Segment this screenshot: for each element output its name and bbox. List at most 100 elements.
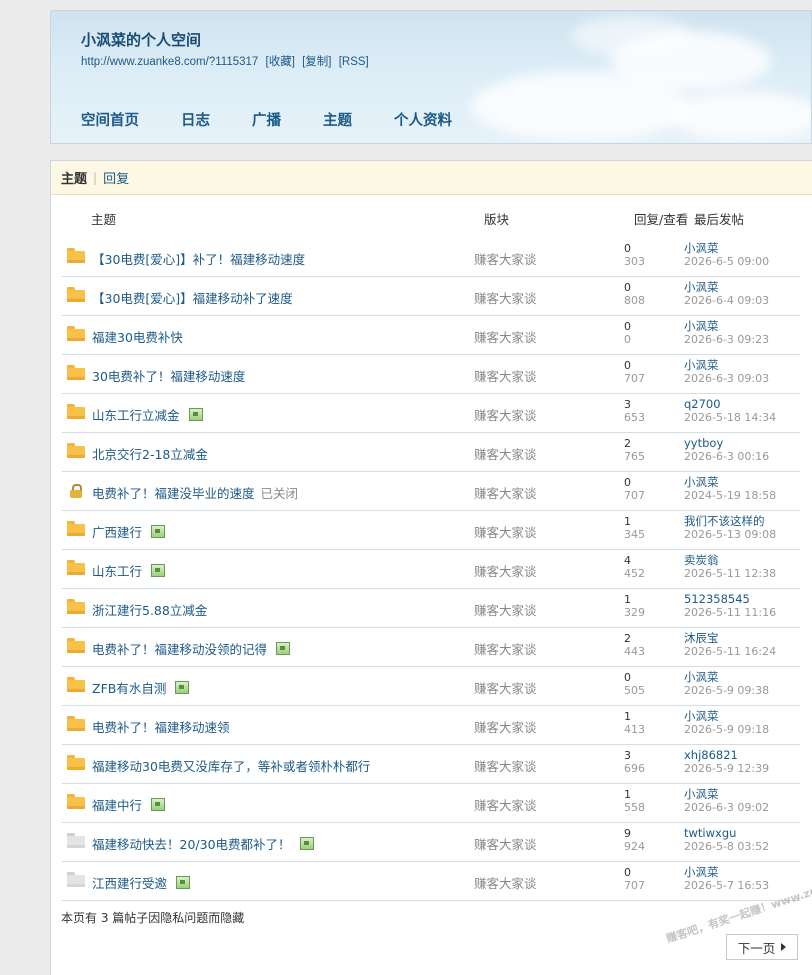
rss-link[interactable]: [RSS]: [339, 56, 369, 68]
last-post-user[interactable]: xhj86821: [684, 749, 769, 762]
thread-list: 【30电费[爱心]】补了！福建移动速度 赚客大家谈 0 303 小沨菜 2026-6-5 …: [62, 238, 800, 901]
folder-icon: [67, 638, 85, 653]
folder-icon: [67, 248, 85, 263]
table-row: 福建中行 赚客大家谈 1 558 小沨菜 2026-6-3 09:02: [62, 784, 800, 823]
view-count: 696: [624, 762, 645, 775]
thread-link[interactable]: 山东工行: [92, 564, 142, 579]
thread-forum[interactable]: 赚客大家谈: [474, 678, 537, 697]
header-cloud: [571, 16, 691, 56]
folder-icon: [67, 404, 85, 419]
last-post-user[interactable]: 512358545: [684, 593, 776, 606]
thread-forum[interactable]: 赚客大家谈: [474, 366, 537, 385]
last-post-user[interactable]: 小沨菜: [684, 866, 769, 879]
last-post-user[interactable]: twtiwxgu: [684, 827, 769, 840]
thread-forum[interactable]: 赚客大家谈: [474, 561, 537, 580]
thread-link[interactable]: 浙江建行5.88立减金: [92, 603, 207, 618]
thread-subject: 【30电费[爱心]】福建移动补了速度: [92, 288, 293, 307]
nav-home[interactable]: 空间首页: [81, 109, 139, 130]
reply-count: 0: [624, 359, 631, 372]
thread-link[interactable]: 电费补了！福建没毕业的速度: [92, 486, 255, 501]
last-post-user[interactable]: 小沨菜: [684, 320, 769, 333]
thread-forum[interactable]: 赚客大家谈: [474, 795, 537, 814]
thread-forum[interactable]: 赚客大家谈: [474, 639, 537, 658]
thread-stats: 1 345: [624, 515, 645, 541]
thread-forum[interactable]: 赚客大家谈: [474, 444, 537, 463]
space-title[interactable]: 小沨菜的个人空间: [81, 29, 201, 50]
last-post: 小沨菜 2024-5-19 18:58: [684, 476, 776, 503]
last-post: 小沨菜 2026-5-9 09:38: [684, 671, 770, 698]
last-post-user[interactable]: q2700: [684, 398, 776, 411]
thread-link[interactable]: 【30电费[爱心]】福建移动补了速度: [92, 291, 293, 306]
thread-link[interactable]: 福建移动30电费又没库存了，等补或者领朴朴都行: [92, 759, 370, 774]
tab-divider: |: [93, 170, 98, 185]
last-post-time: 2026-6-3 09:23: [684, 333, 770, 346]
copy-link[interactable]: [复制]: [302, 56, 331, 68]
column-stats: 回复/查看: [634, 212, 689, 227]
last-post-user[interactable]: 小沨菜: [684, 281, 769, 294]
nav-profile[interactable]: 个人资料: [394, 109, 452, 130]
thread-link[interactable]: 电费补了！福建移动速领: [92, 720, 230, 735]
thread-link[interactable]: 电费补了！福建移动没领的记得: [92, 642, 267, 657]
view-count: 924: [624, 840, 645, 853]
last-post-user[interactable]: 我们不该这样的: [684, 515, 776, 528]
nav-broadcast[interactable]: 广播: [252, 109, 281, 130]
thread-link[interactable]: 北京交行2-18立减金: [92, 447, 208, 462]
thread-forum[interactable]: 赚客大家谈: [474, 756, 537, 775]
last-post-user[interactable]: 小沨菜: [684, 359, 769, 372]
nav-blog[interactable]: 日志: [181, 109, 210, 130]
space-nav: 空间首页 日志 广播 主题 个人资料: [81, 109, 494, 130]
thread-forum[interactable]: 赚客大家谈: [474, 522, 537, 541]
tab-replies[interactable]: 回复: [103, 168, 129, 187]
last-post: 小沨菜 2026-6-3 09:03: [684, 359, 769, 386]
thread-link[interactable]: 广西建行: [92, 525, 142, 540]
view-count: 443: [624, 645, 645, 658]
thread-forum[interactable]: 赚客大家谈: [474, 834, 537, 853]
thread-link[interactable]: 福建30电费补快: [92, 330, 183, 345]
last-post-user[interactable]: 沐辰宝: [684, 632, 776, 645]
table-row: 山东工行立减金 赚客大家谈 3 653 q2700 2026-5-18 14:34: [62, 394, 800, 433]
thread-stats: 0 303: [624, 242, 645, 268]
tab-bar: 主题 | 回复: [51, 161, 812, 195]
next-page-button[interactable]: 下一页: [726, 934, 798, 960]
view-count: 707: [624, 372, 645, 385]
last-post-user[interactable]: 小沨菜: [684, 710, 769, 723]
last-post-user[interactable]: 小沨菜: [684, 671, 769, 684]
last-post-user[interactable]: yytboy: [684, 437, 769, 450]
last-post-time: 2026-5-11 16:24: [684, 645, 777, 658]
thread-link[interactable]: 【30电费[爱心]】补了！福建移动速度: [92, 252, 305, 267]
thread-forum[interactable]: 赚客大家谈: [474, 405, 537, 424]
thread-link[interactable]: 福建中行: [92, 798, 142, 813]
thread-link[interactable]: 福建移动快去！20/30电费都补了！: [92, 837, 291, 852]
last-post-time: 2026-6-4 09:03: [684, 294, 770, 307]
thread-stats: 0 707: [624, 866, 645, 892]
space-url-link[interactable]: http://www.zuanke8.com/?1115317: [81, 56, 258, 68]
thread-forum[interactable]: 赚客大家谈: [474, 483, 537, 502]
table-row: ZFB有水自测 赚客大家谈 0 505 小沨菜 2026-5-9 09:38: [62, 667, 800, 706]
thread-forum[interactable]: 赚客大家谈: [474, 873, 537, 892]
thread-forum[interactable]: 赚客大家谈: [474, 288, 537, 307]
last-post-time: 2026-5-9 09:38: [684, 684, 770, 697]
thread-link[interactable]: 山东工行立减金: [92, 408, 180, 423]
last-post: 沐辰宝 2026-5-11 16:24: [684, 632, 777, 659]
thread-link[interactable]: ZFB有水自测: [92, 681, 166, 696]
last-post-user[interactable]: 卖炭翁: [684, 554, 776, 567]
thread-subject: 江西建行受邀: [92, 873, 191, 892]
thread-forum[interactable]: 赚客大家谈: [474, 717, 537, 736]
thread-link[interactable]: 30电费补了！福建移动速度: [92, 369, 245, 384]
thread-forum[interactable]: 赚客大家谈: [474, 249, 537, 268]
thread-link[interactable]: 江西建行受邀: [92, 876, 167, 891]
reply-count: 0: [624, 476, 631, 489]
image-attachment-icon: [176, 876, 191, 889]
last-post-user[interactable]: 小沨菜: [684, 788, 769, 801]
last-post-user[interactable]: 小沨菜: [684, 242, 769, 255]
reply-count: 2: [624, 437, 631, 450]
favorite-link[interactable]: [收藏]: [266, 56, 295, 68]
table-row: 福建移动30电费又没库存了，等补或者领朴朴都行 赚客大家谈 3 696 xhj86821…: [62, 745, 800, 784]
nav-threads[interactable]: 主题: [323, 109, 352, 130]
last-post-user[interactable]: 小沨菜: [684, 476, 776, 489]
thread-subject: 北京交行2-18立减金: [92, 444, 208, 463]
tab-threads[interactable]: 主题: [61, 168, 87, 187]
thread-forum[interactable]: 赚客大家谈: [474, 327, 537, 346]
thread-forum[interactable]: 赚客大家谈: [474, 600, 537, 619]
lock-icon: [70, 484, 82, 498]
